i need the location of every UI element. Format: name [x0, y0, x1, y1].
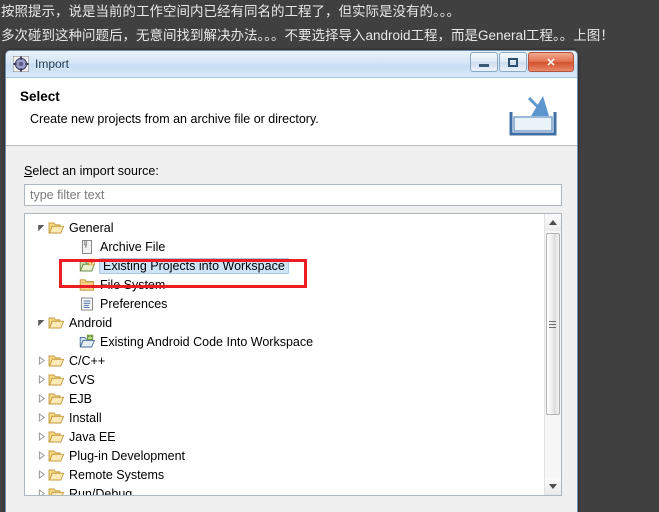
tree-item-label: Run/Debug	[69, 486, 133, 496]
tree-item-label: Preferences	[100, 296, 168, 311]
tree-item[interactable]: Preferences	[29, 294, 544, 313]
tree-item[interactable]: Java EE	[29, 427, 544, 446]
tree-item[interactable]: CVS	[29, 370, 544, 389]
tree-item[interactable]: Remote Systems	[29, 465, 544, 484]
folder-open-icon	[48, 429, 65, 445]
tree-item-label: Archive File	[100, 239, 166, 254]
tree-item-label: Existing Projects into Workspace	[99, 257, 289, 274]
scrollbar-track[interactable]	[544, 231, 561, 478]
preferences-icon	[79, 296, 96, 312]
tree-item-label: Java EE	[69, 429, 116, 444]
maximize-icon	[508, 57, 518, 67]
folder-open-icon	[48, 448, 65, 464]
twisty-collapsed-icon[interactable]	[34, 484, 48, 495]
twisty-collapsed-icon[interactable]	[34, 370, 48, 389]
dialog-titlebar[interactable]: Import ✕	[6, 51, 577, 78]
maximize-button[interactable]	[499, 52, 527, 72]
tree-item[interactable]: File System	[29, 275, 544, 294]
tree-item-label: Plug-in Development	[69, 448, 186, 463]
tree-item-label: C/C++	[69, 353, 106, 368]
screen: 按照提示，说是当前的工作空间内已经有同名的工程了，但实际是没有的。。。 多次碰到…	[0, 0, 659, 512]
folder-open-icon	[48, 372, 65, 388]
tree-item-label: General	[69, 220, 114, 235]
dialog-title: Import	[35, 57, 70, 71]
existing-projects-icon	[79, 258, 96, 274]
folder-open-icon	[48, 486, 65, 495]
import-source-tree: General Archive File Existing Projects int…	[24, 213, 562, 496]
android-code-icon	[79, 334, 96, 350]
minimize-button[interactable]	[470, 52, 498, 72]
scroll-down-button[interactable]	[544, 478, 561, 495]
tree-item-label: Install	[69, 410, 102, 425]
tree-item-label: Existing Android Code Into Workspace	[100, 334, 314, 349]
import-wizard-icon	[13, 56, 29, 72]
tree-item[interactable]: Existing Projects into Workspace	[29, 256, 544, 275]
filter-input[interactable]	[24, 184, 562, 206]
tree-item[interactable]: Plug-in Development	[29, 446, 544, 465]
folder-open-icon	[48, 353, 65, 369]
scrollbar-grip-icon	[549, 319, 556, 330]
tree-item-label: File System	[100, 277, 166, 292]
window-controls: ✕	[470, 52, 574, 72]
tree-item[interactable]: C/C++	[29, 351, 544, 370]
folder-open-icon	[48, 410, 65, 426]
import-banner-icon	[509, 96, 557, 136]
archive-file-icon	[79, 239, 96, 255]
tree-item[interactable]: Archive File	[29, 237, 544, 256]
annotation-text: 按照提示，说是当前的工作空间内已经有同名的工程了，但实际是没有的。。。 多次碰到…	[0, 0, 659, 48]
tree-item[interactable]: Install	[29, 408, 544, 427]
tree-item[interactable]: Android	[29, 313, 544, 332]
folder-open-icon	[48, 391, 65, 407]
twisty-collapsed-icon[interactable]	[34, 408, 48, 427]
tree-item-label: Remote Systems	[69, 467, 165, 482]
dialog-header: Select Create new projects from an archi…	[6, 78, 577, 146]
annotation-line-2: 多次碰到这种问题后，无意间找到解决办法。。。不要选择导入android工程，而是…	[1, 28, 614, 43]
header-description: Create new projects from an archive file…	[30, 112, 319, 126]
twisty-collapsed-icon[interactable]	[34, 389, 48, 408]
scrollbar-thumb[interactable]	[545, 233, 560, 415]
tree-item[interactable]: Run/Debug	[29, 484, 544, 495]
minimize-icon	[479, 63, 489, 67]
header-title: Select	[20, 89, 60, 104]
tree-item[interactable]: EJB	[29, 389, 544, 408]
chevron-down-icon	[549, 484, 557, 489]
folder-open-icon	[48, 467, 65, 483]
close-button[interactable]: ✕	[528, 52, 574, 72]
tree-item-label: Android	[69, 315, 113, 330]
twisty-expanded-icon[interactable]	[34, 313, 48, 332]
tree-item[interactable]: General	[29, 218, 544, 237]
twisty-collapsed-icon[interactable]	[34, 427, 48, 446]
import-dialog: Import ✕ Select Create new projects from…	[5, 50, 578, 512]
folder-open-icon	[48, 315, 65, 331]
import-source-label-rest: elect an import source:	[32, 164, 159, 178]
file-system-icon	[79, 277, 96, 293]
tree-scrollbar[interactable]	[544, 214, 561, 495]
twisty-collapsed-icon[interactable]	[34, 446, 48, 465]
import-source-label: Select an import source:	[24, 164, 562, 178]
tree-item[interactable]: Existing Android Code Into Workspace	[29, 332, 544, 351]
tree-items: General Archive File Existing Projects int…	[25, 214, 544, 495]
dialog-body: Select an import source: General Archive …	[6, 146, 577, 512]
folder-open-icon	[48, 220, 65, 236]
tree-item-label: CVS	[69, 372, 95, 387]
scroll-up-button[interactable]	[544, 214, 561, 231]
tree-item-label: EJB	[69, 391, 92, 406]
twisty-collapsed-icon[interactable]	[34, 351, 48, 370]
chevron-up-icon	[549, 220, 557, 225]
annotation-line-1: 按照提示，说是当前的工作空间内已经有同名的工程了，但实际是没有的。。。	[1, 4, 460, 19]
twisty-collapsed-icon[interactable]	[34, 465, 48, 484]
twisty-expanded-icon[interactable]	[34, 218, 48, 237]
